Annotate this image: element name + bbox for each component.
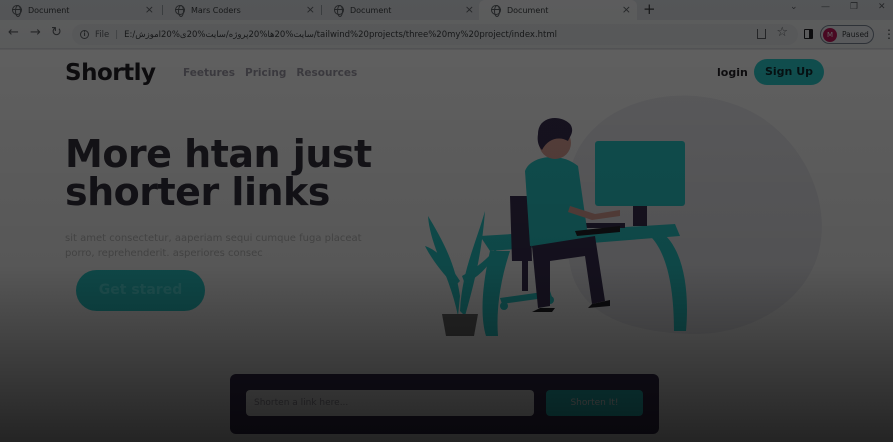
tab-4-active[interactable]: Document × — [479, 0, 637, 20]
globe-icon — [12, 5, 22, 17]
forward-icon[interactable]: → — [30, 25, 41, 41]
avatar: M — [823, 27, 837, 42]
address-bar[interactable]: i File | E:/سایت%20ها%20پروژه/سایت%20ی%2… — [72, 24, 798, 45]
back-icon[interactable]: ← — [8, 25, 19, 41]
close-icon[interactable]: × — [465, 3, 474, 17]
brand-logo[interactable]: Shortly — [65, 60, 156, 86]
shorten-button[interactable]: Shorten It! — [546, 390, 643, 416]
close-icon[interactable]: × — [622, 3, 631, 17]
new-tab-button[interactable]: + — [643, 1, 656, 18]
restore-icon[interactable]: ❐ — [850, 2, 858, 12]
reload-icon[interactable]: ↻ — [51, 25, 62, 41]
login-link[interactable]: login — [717, 66, 748, 79]
close-icon[interactable]: × — [145, 3, 154, 17]
info-icon[interactable]: i — [80, 30, 89, 39]
hero-text: sit amet consectetur, aaperiam sequi cum… — [65, 233, 362, 259]
tab-1[interactable]: Document × — [0, 0, 160, 20]
globe-icon — [334, 5, 344, 17]
tab-title: Document — [507, 5, 549, 15]
globe-icon — [491, 5, 501, 17]
url-text[interactable]: E:/سایت%20ها%20پروژه/سایت%20ی%20آموزش/ta… — [124, 30, 557, 40]
profile-status: Paused — [842, 30, 869, 39]
url-scheme: File — [95, 29, 110, 40]
hero-title: More htan just shorter links — [65, 135, 372, 211]
get-started-button[interactable]: Get stared — [76, 270, 205, 311]
share-icon[interactable] — [757, 29, 766, 39]
nav-link-features[interactable]: Feetures — [183, 67, 235, 79]
shorten-url-input[interactable]: Shorten a link here... — [246, 390, 534, 416]
tab-title: Mars Coders — [191, 5, 241, 15]
tab-2[interactable]: Mars Coders × — [163, 0, 321, 20]
shorten-form: Shorten a link here... Shorten It! — [230, 374, 659, 434]
tab-search-icon[interactable]: ⌄ — [790, 2, 798, 12]
tab-strip: Document × Mars Coders × Document × Docu… — [0, 0, 893, 20]
browser-toolbar: ← → ↻ i File | E:/سایت%20ها%20پروژه/سایت… — [0, 20, 893, 49]
hero-illustration — [425, 95, 822, 336]
tab-title: Document — [28, 5, 70, 15]
close-icon[interactable]: × — [306, 3, 315, 17]
bookmark-star-icon[interactable]: ☆ — [776, 25, 788, 40]
page-viewport: Shortly Feetures Pricing Resources login… — [0, 50, 893, 442]
globe-icon — [175, 5, 185, 17]
tab-3[interactable]: Document × — [322, 0, 480, 20]
menu-dots-icon[interactable]: ⋮ — [883, 27, 893, 41]
main-nav: Feetures Pricing Resources — [183, 67, 357, 79]
tab-title: Document — [350, 5, 392, 15]
hero-title-line-2: shorter links — [65, 170, 330, 214]
window-close-icon[interactable]: ✕ — [878, 2, 886, 12]
signup-button[interactable]: Sign Up — [754, 59, 824, 85]
side-panel-icon[interactable] — [804, 29, 813, 39]
nav-link-resources[interactable]: Resources — [296, 67, 357, 79]
url-divider: | — [115, 29, 119, 40]
nav-link-pricing[interactable]: Pricing — [245, 67, 286, 79]
hero-title-line-1: More htan just — [65, 132, 372, 176]
profile-button[interactable]: M Paused — [820, 25, 874, 44]
minimize-icon[interactable]: — — [821, 2, 830, 12]
